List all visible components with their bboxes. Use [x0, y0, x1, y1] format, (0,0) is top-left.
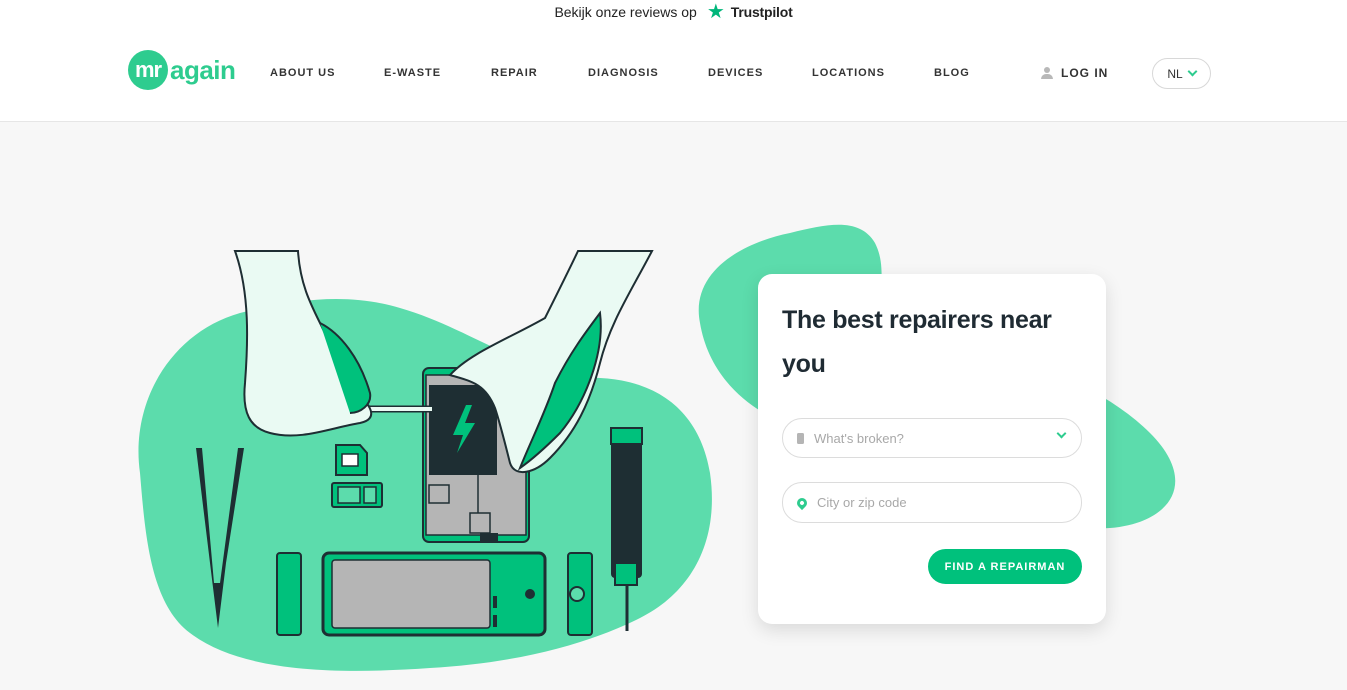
chevron-down-icon	[1187, 66, 1198, 77]
main-nav: ABOUT US E-WASTE REPAIR DIAGNOSIS DEVICE…	[270, 67, 994, 79]
nav-e-waste[interactable]: E-WASTE	[384, 67, 491, 79]
nav-about-us[interactable]: ABOUT US	[270, 67, 384, 79]
nav-devices[interactable]: DEVICES	[708, 67, 812, 79]
find-repairman-button[interactable]: FIND A REPAIRMAN	[928, 549, 1082, 584]
language-value: NL	[1167, 66, 1183, 81]
whats-broken-select[interactable]: What's broken?	[782, 418, 1082, 458]
reviews-text: Bekijk onze reviews op	[554, 4, 697, 20]
phone-flat-icon	[276, 552, 302, 636]
phone-icon	[797, 432, 804, 444]
whats-broken-placeholder: What's broken?	[814, 430, 904, 446]
trustpilot-star-icon: ★	[706, 1, 725, 23]
user-icon	[1041, 67, 1053, 79]
mragain-logo[interactable]: mr again	[128, 50, 236, 90]
site-header: Bekijk onze reviews op ★ Trustpilot mr a…	[0, 0, 1347, 122]
hero-title: The best repairers near you	[782, 306, 1052, 378]
login-link[interactable]: LOG IN	[1041, 66, 1108, 80]
language-select[interactable]: NL	[1152, 58, 1211, 89]
location-placeholder: City or zip code	[817, 495, 907, 510]
nav-locations[interactable]: LOCATIONS	[812, 67, 934, 79]
trustpilot-reviews-link[interactable]: Bekijk onze reviews op ★ Trustpilot	[0, 2, 1347, 22]
nav-diagnosis[interactable]: DIAGNOSIS	[588, 67, 708, 79]
screwdriver-icon	[611, 428, 642, 578]
nav-blog[interactable]: BLOG	[934, 67, 994, 79]
chevron-down-icon	[1056, 428, 1067, 439]
nav-repair[interactable]: REPAIR	[491, 67, 588, 79]
search-card: The best repairers near you What's broke…	[758, 274, 1106, 624]
repair-illustration	[138, 224, 1176, 671]
location-input[interactable]: City or zip code	[782, 482, 1082, 523]
login-label: LOG IN	[1061, 66, 1109, 80]
logo-word: again	[170, 54, 236, 85]
logo-mark: mr	[128, 50, 168, 90]
location-pin-icon	[794, 495, 810, 510]
trustpilot-brand: Trustpilot	[730, 4, 793, 20]
